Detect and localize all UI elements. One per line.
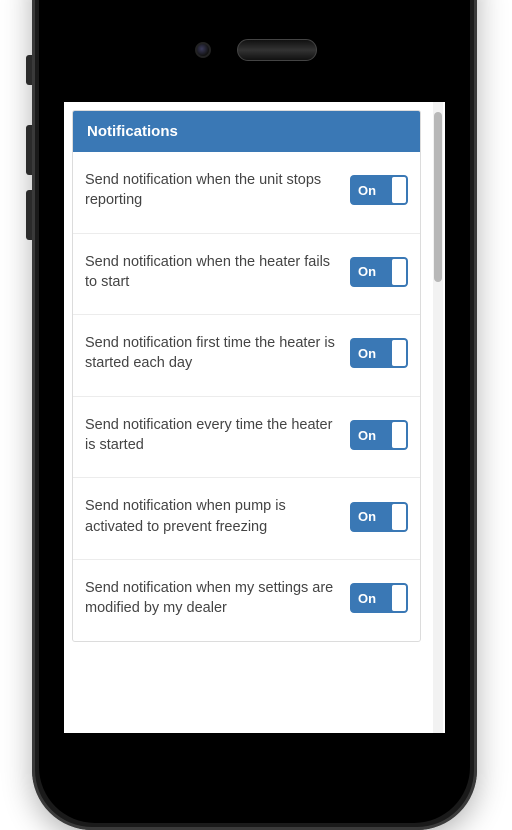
- notification-row: Send notification first time the heater …: [73, 315, 420, 397]
- toggle-state-label: On: [358, 346, 376, 361]
- toggle-every-start[interactable]: On: [350, 420, 408, 450]
- row-label: Send notification when my settings are m…: [85, 578, 338, 619]
- phone-frame: Notifications Send notification when the…: [32, 0, 477, 830]
- toggle-knob: [392, 422, 406, 448]
- notification-row: Send notification every time the heater …: [73, 397, 420, 479]
- phone-volume-up: [26, 125, 32, 175]
- row-label: Send notification when pump is activated…: [85, 496, 338, 537]
- toggle-first-start-day[interactable]: On: [350, 338, 408, 368]
- toggle-knob: [392, 504, 406, 530]
- phone-screen: Notifications Send notification when the…: [64, 102, 445, 733]
- phone-bezel: Notifications Send notification when the…: [39, 0, 470, 823]
- notifications-panel: Notifications Send notification when the…: [72, 110, 421, 642]
- notification-row: Send notification when my settings are m…: [73, 560, 420, 641]
- toggle-pump-freeze[interactable]: On: [350, 502, 408, 532]
- phone-camera-icon: [195, 42, 211, 58]
- phone-side-button: [26, 55, 32, 85]
- toggle-knob: [392, 259, 406, 285]
- toggle-state-label: On: [358, 591, 376, 606]
- phone-speaker-icon: [237, 39, 317, 61]
- toggle-state-label: On: [358, 264, 376, 279]
- notification-row: Send notification when the unit stops re…: [73, 152, 420, 234]
- toggle-knob: [392, 585, 406, 611]
- row-label: Send notification when the heater fails …: [85, 252, 338, 293]
- notification-row: Send notification when the heater fails …: [73, 234, 420, 316]
- toggle-state-label: On: [358, 509, 376, 524]
- toggle-dealer-modified[interactable]: On: [350, 583, 408, 613]
- toggle-knob: [392, 177, 406, 203]
- row-label: Send notification when the unit stops re…: [85, 170, 338, 211]
- panel-title: Notifications: [73, 111, 420, 152]
- phone-volume-down: [26, 190, 32, 240]
- toggle-unit-stops-reporting[interactable]: On: [350, 175, 408, 205]
- row-label: Send notification first time the heater …: [85, 333, 338, 374]
- toggle-state-label: On: [358, 183, 376, 198]
- toggle-state-label: On: [358, 428, 376, 443]
- toggle-heater-fails-start[interactable]: On: [350, 257, 408, 287]
- screen-content: Notifications Send notification when the…: [64, 102, 445, 733]
- toggle-knob: [392, 340, 406, 366]
- notification-row: Send notification when pump is activated…: [73, 478, 420, 560]
- row-label: Send notification every time the heater …: [85, 415, 338, 456]
